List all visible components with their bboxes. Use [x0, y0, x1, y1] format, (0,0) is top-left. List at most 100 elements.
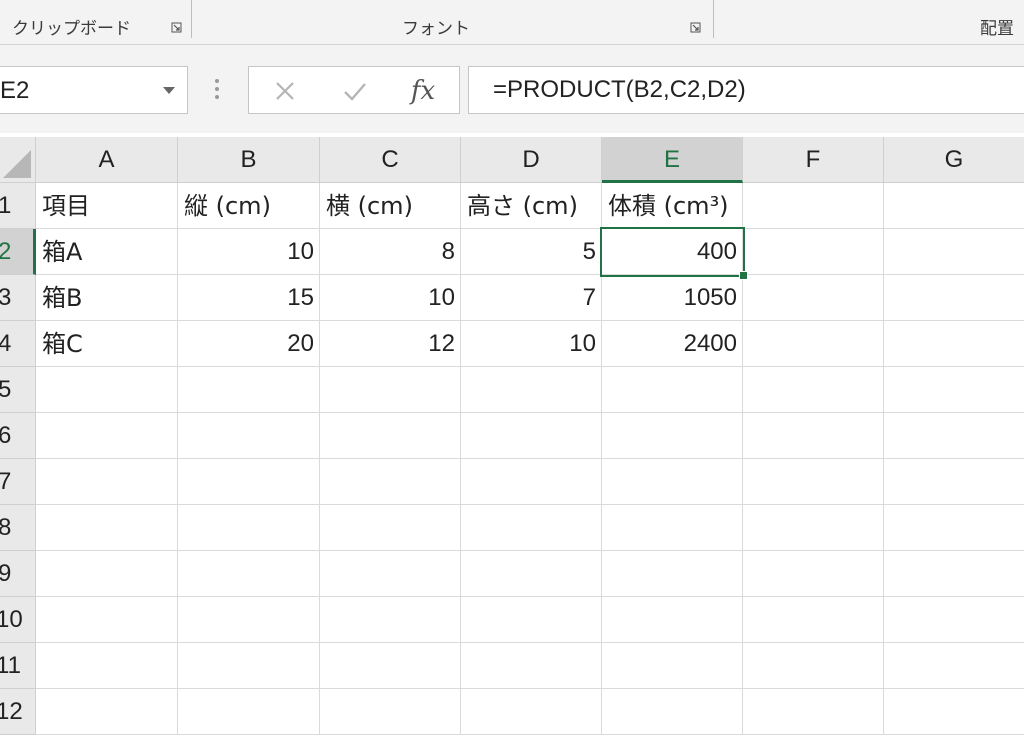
- cell-c4[interactable]: 12: [320, 321, 461, 367]
- cell-d9[interactable]: [461, 551, 602, 597]
- column-header-d[interactable]: D: [461, 137, 602, 183]
- cell-a10[interactable]: [36, 597, 178, 643]
- row-header-5[interactable]: 5: [0, 367, 36, 413]
- clipboard-dialog-launcher-icon[interactable]: [171, 22, 182, 33]
- cell-e9[interactable]: [602, 551, 743, 597]
- row-header-8[interactable]: 8: [0, 505, 36, 551]
- cell-g6[interactable]: [884, 413, 1024, 459]
- column-header-a[interactable]: A: [36, 137, 178, 183]
- row-header-6[interactable]: 6: [0, 413, 36, 459]
- column-header-e[interactable]: E: [602, 137, 743, 183]
- cancel-x-icon[interactable]: [271, 77, 299, 105]
- column-header-b[interactable]: B: [178, 137, 320, 183]
- cell-c5[interactable]: [320, 367, 461, 413]
- cell-d10[interactable]: [461, 597, 602, 643]
- cell-b6[interactable]: [178, 413, 320, 459]
- cell-a5[interactable]: [36, 367, 178, 413]
- row-header-7[interactable]: 7: [0, 459, 36, 505]
- fill-handle[interactable]: [739, 271, 748, 280]
- cell-g7[interactable]: [884, 459, 1024, 505]
- cell-g12[interactable]: [884, 689, 1024, 735]
- row-header-1[interactable]: 1: [0, 183, 36, 229]
- row-header-9[interactable]: 9: [0, 551, 36, 597]
- cell-e5[interactable]: [602, 367, 743, 413]
- name-box[interactable]: E2: [0, 66, 188, 114]
- insert-function-button[interactable]: fx: [409, 76, 437, 106]
- cell-g5[interactable]: [884, 367, 1024, 413]
- cell-a4[interactable]: 箱C: [36, 321, 178, 367]
- formula-input[interactable]: =PRODUCT(B2,C2,D2): [468, 66, 1024, 114]
- cell-g2[interactable]: [884, 229, 1024, 275]
- cell-b12[interactable]: [178, 689, 320, 735]
- cell-a11[interactable]: [36, 643, 178, 689]
- cell-a1[interactable]: 項目: [36, 183, 178, 229]
- cell-a6[interactable]: [36, 413, 178, 459]
- cell-e2[interactable]: 400: [602, 229, 743, 275]
- cell-f2[interactable]: [743, 229, 884, 275]
- cell-a3[interactable]: 箱B: [36, 275, 178, 321]
- cell-c11[interactable]: [320, 643, 461, 689]
- cell-c8[interactable]: [320, 505, 461, 551]
- cell-d1[interactable]: 高さ (cm): [461, 183, 602, 229]
- cell-g11[interactable]: [884, 643, 1024, 689]
- cell-b2[interactable]: 10: [178, 229, 320, 275]
- cell-f7[interactable]: [743, 459, 884, 505]
- cell-f3[interactable]: [743, 275, 884, 321]
- cell-f5[interactable]: [743, 367, 884, 413]
- cell-g1[interactable]: [884, 183, 1024, 229]
- cell-d4[interactable]: 10: [461, 321, 602, 367]
- cell-b8[interactable]: [178, 505, 320, 551]
- cell-c1[interactable]: 横 (cm): [320, 183, 461, 229]
- row-header-3[interactable]: 3: [0, 275, 36, 321]
- cell-a8[interactable]: [36, 505, 178, 551]
- row-header-12[interactable]: 12: [0, 689, 36, 735]
- cell-e11[interactable]: [602, 643, 743, 689]
- cell-g3[interactable]: [884, 275, 1024, 321]
- cell-e10[interactable]: [602, 597, 743, 643]
- cell-f11[interactable]: [743, 643, 884, 689]
- row-header-2[interactable]: 2: [0, 229, 36, 275]
- cell-f6[interactable]: [743, 413, 884, 459]
- cell-e4[interactable]: 2400: [602, 321, 743, 367]
- cell-c10[interactable]: [320, 597, 461, 643]
- chevron-down-icon[interactable]: [163, 87, 175, 94]
- cell-b5[interactable]: [178, 367, 320, 413]
- cell-d8[interactable]: [461, 505, 602, 551]
- cell-a2[interactable]: 箱A: [36, 229, 178, 275]
- row-header-11[interactable]: 11: [0, 643, 36, 689]
- cell-c2[interactable]: 8: [320, 229, 461, 275]
- cell-f10[interactable]: [743, 597, 884, 643]
- drag-handle-icon[interactable]: [214, 79, 220, 103]
- cell-b3[interactable]: 15: [178, 275, 320, 321]
- cell-c6[interactable]: [320, 413, 461, 459]
- column-header-f[interactable]: F: [743, 137, 884, 183]
- cell-d7[interactable]: [461, 459, 602, 505]
- cell-c9[interactable]: [320, 551, 461, 597]
- column-header-c[interactable]: C: [320, 137, 461, 183]
- cell-f4[interactable]: [743, 321, 884, 367]
- cell-c7[interactable]: [320, 459, 461, 505]
- cell-b10[interactable]: [178, 597, 320, 643]
- cell-d5[interactable]: [461, 367, 602, 413]
- cell-e1[interactable]: 体積 (cm³): [602, 183, 743, 229]
- cell-g9[interactable]: [884, 551, 1024, 597]
- cell-f12[interactable]: [743, 689, 884, 735]
- row-header-4[interactable]: 4: [0, 321, 36, 367]
- cell-d11[interactable]: [461, 643, 602, 689]
- cell-a12[interactable]: [36, 689, 178, 735]
- select-all-button[interactable]: [0, 137, 36, 183]
- cell-f9[interactable]: [743, 551, 884, 597]
- cell-g10[interactable]: [884, 597, 1024, 643]
- cell-g4[interactable]: [884, 321, 1024, 367]
- cell-d12[interactable]: [461, 689, 602, 735]
- cell-b1[interactable]: 縦 (cm): [178, 183, 320, 229]
- cell-e8[interactable]: [602, 505, 743, 551]
- cell-a7[interactable]: [36, 459, 178, 505]
- cell-b9[interactable]: [178, 551, 320, 597]
- cell-e7[interactable]: [602, 459, 743, 505]
- cell-f8[interactable]: [743, 505, 884, 551]
- row-header-10[interactable]: 10: [0, 597, 36, 643]
- cell-g8[interactable]: [884, 505, 1024, 551]
- cell-c12[interactable]: [320, 689, 461, 735]
- cell-e3[interactable]: 1050: [602, 275, 743, 321]
